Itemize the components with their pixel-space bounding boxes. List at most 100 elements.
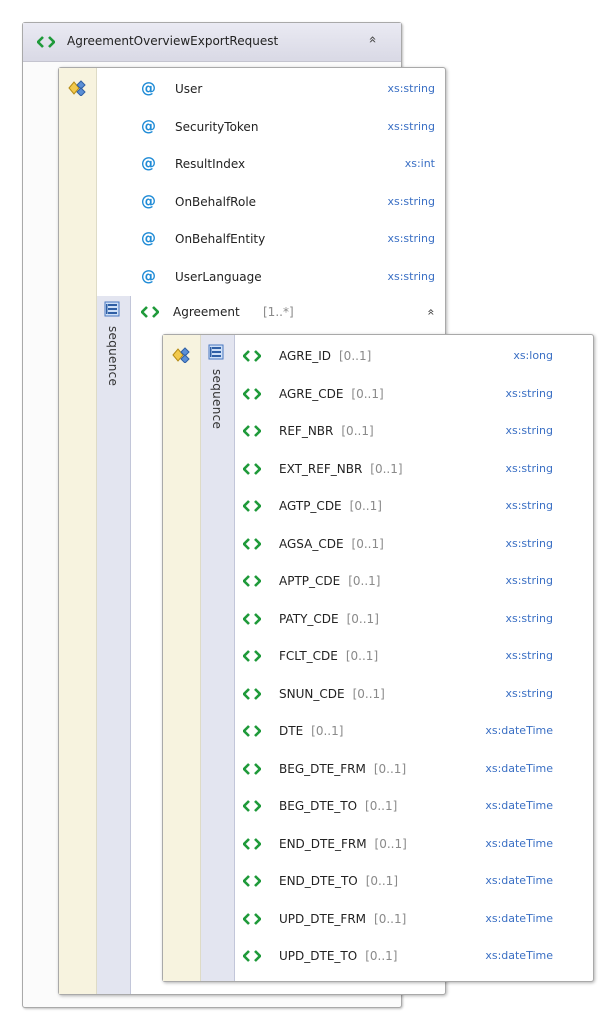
element-cardinality: [0..1] (373, 762, 407, 776)
attribute-type: xs:string (387, 82, 435, 95)
agreement-cardinality: [1..*] (263, 305, 294, 319)
agreement-element-row[interactable]: Agreement [1..*] » (141, 302, 441, 322)
element-row[interactable]: UPD_DTE_TO [0..1] xs:dateTime (243, 946, 557, 966)
element-icon (243, 950, 261, 962)
element-type: xs:string (505, 424, 553, 437)
element-type: xs:long (513, 349, 553, 362)
element-label-group: AGRE_CDE [0..1] (279, 384, 384, 404)
attribute-row[interactable]: @ OnBehalfEntity xs:string (133, 229, 439, 249)
element-row[interactable]: FCLT_CDE [0..1] xs:string (243, 646, 557, 666)
element-type: xs:string (505, 462, 553, 475)
element-row[interactable]: PATY_CDE [0..1] xs:string (243, 609, 557, 629)
element-name: AGTP_CDE (279, 499, 342, 513)
element-icon (243, 613, 261, 625)
element-row[interactable]: UPD_DTE_FRM [0..1] xs:dateTime (243, 909, 557, 929)
element-row[interactable]: DTE [0..1] xs:dateTime (243, 721, 557, 741)
element-icon (243, 500, 261, 512)
element-type: xs:dateTime (485, 874, 553, 887)
attribute-icon: @ (141, 192, 156, 210)
element-name: END_DTE_FRM (279, 837, 367, 851)
element-cardinality: [0..1] (348, 574, 381, 588)
element-row[interactable]: EXT_REF_NBR [0..1] xs:string (243, 459, 557, 479)
element-name: FCLT_CDE (279, 649, 338, 663)
root-element-name: AgreementOverviewExportRequest (67, 34, 279, 48)
element-label-group: FCLT_CDE [0..1] (279, 646, 378, 666)
collapse-chevron-icon[interactable]: » (421, 308, 441, 315)
element-label-group: AGSA_CDE [0..1] (279, 534, 384, 554)
element-row[interactable]: AGRE_ID [0..1] xs:long (243, 346, 557, 366)
attribute-name: SecurityToken (175, 120, 259, 134)
attribute-type: xs:string (387, 270, 435, 283)
attribute-type: xs:string (387, 120, 435, 133)
element-name: APTP_CDE (279, 574, 341, 588)
element-label-group: UPD_DTE_FRM [0..1] (279, 909, 406, 929)
element-icon (141, 306, 159, 318)
element-row[interactable]: APTP_CDE [0..1] xs:string (243, 571, 557, 591)
element-name: BEG_DTE_TO (279, 799, 358, 813)
element-name: BEG_DTE_FRM (279, 762, 366, 776)
inner-sequence-label: sequence (210, 369, 224, 430)
element-label-group: EXT_REF_NBR [0..1] (279, 459, 403, 479)
element-type: xs:string (505, 649, 553, 662)
element-cardinality: [0..1] (346, 612, 379, 626)
element-row[interactable]: END_DTE_TO [0..1] xs:dateTime (243, 871, 557, 891)
element-row[interactable]: AGRE_CDE [0..1] xs:string (243, 384, 557, 404)
sequence-icon (104, 301, 120, 317)
element-cardinality: [0..1] (374, 837, 407, 851)
element-type: xs:dateTime (485, 799, 553, 812)
element-type: xs:string (505, 387, 553, 400)
element-label-group: DTE [0..1] (279, 721, 343, 741)
element-label-group: SNUN_CDE [0..1] (279, 684, 385, 704)
agreement-element-name: Agreement (173, 305, 240, 319)
complex-type-icon (68, 80, 86, 96)
attribute-row[interactable]: @ UserLanguage xs:string (133, 267, 439, 287)
element-row[interactable]: BEG_DTE_FRM [0..1] xs:dateTime (243, 759, 557, 779)
attribute-row[interactable]: @ ResultIndex xs:int (133, 154, 439, 174)
element-row[interactable]: AGTP_CDE [0..1] xs:string (243, 496, 557, 516)
element-type: xs:string (505, 537, 553, 550)
element-icon (243, 725, 261, 737)
element-name: REF_NBR (279, 424, 334, 438)
element-icon (243, 838, 261, 850)
element-cardinality: [0..1] (370, 462, 403, 476)
element-label-group: AGTP_CDE [0..1] (279, 496, 382, 516)
root-element-header[interactable]: AgreementOverviewExportRequest » (23, 23, 401, 62)
element-name: AGRE_ID (279, 349, 331, 363)
element-name: PATY_CDE (279, 612, 339, 626)
element-cardinality: [0..1] (365, 949, 398, 963)
element-type: xs:dateTime (485, 949, 553, 962)
element-name: UPD_DTE_FRM (279, 912, 367, 926)
element-name: AGSA_CDE (279, 537, 344, 551)
element-row[interactable]: REF_NBR [0..1] xs:string (243, 421, 557, 441)
element-row[interactable]: BEG_DTE_TO [0..1] xs:dateTime (243, 796, 557, 816)
element-row[interactable]: SNUN_CDE [0..1] xs:string (243, 684, 557, 704)
element-cardinality: [0..1] (365, 799, 398, 813)
element-icon (37, 36, 55, 48)
attribute-row[interactable]: @ SecurityToken xs:string (133, 117, 439, 137)
element-icon (243, 388, 261, 400)
attribute-icon: @ (141, 154, 156, 172)
element-row[interactable]: AGSA_CDE [0..1] xs:string (243, 534, 557, 554)
attribute-type: xs:int (404, 157, 435, 170)
element-cardinality: [0..1] (365, 874, 398, 888)
element-cardinality: [0..1] (374, 912, 407, 926)
element-row[interactable]: END_DTE_FRM [0..1] xs:dateTime (243, 834, 557, 854)
element-icon (243, 688, 261, 700)
attribute-type: xs:string (387, 232, 435, 245)
element-cardinality: [0..1] (311, 724, 344, 738)
element-label-group: END_DTE_TO [0..1] (279, 871, 398, 891)
attribute-name: UserLanguage (175, 270, 262, 284)
collapse-chevron-icon[interactable]: » (365, 36, 380, 44)
outer-sequence-strip: sequence (97, 296, 131, 994)
attribute-icon: @ (141, 79, 156, 97)
element-type: xs:string (505, 499, 553, 512)
element-cardinality: [0..1] (345, 649, 379, 663)
attribute-row[interactable]: @ OnBehalfRole xs:string (133, 192, 439, 212)
attribute-row[interactable]: @ User xs:string (133, 79, 439, 99)
element-type: xs:string (505, 612, 553, 625)
complex-type-strip (59, 68, 97, 994)
element-icon (243, 913, 261, 925)
sequence-icon (208, 344, 224, 360)
attribute-icon: @ (141, 229, 156, 247)
element-label-group: PATY_CDE [0..1] (279, 609, 379, 629)
